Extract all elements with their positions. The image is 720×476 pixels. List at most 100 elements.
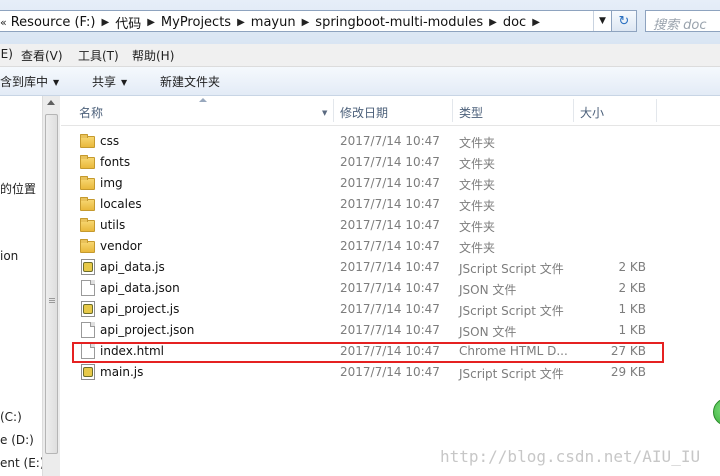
folder-icon — [80, 197, 95, 211]
chevron-right-icon[interactable]: ▶ — [237, 17, 245, 28]
column-header-name[interactable]: 名称 — [79, 104, 103, 121]
file-name: locales — [100, 197, 142, 211]
file-name: img — [100, 176, 123, 190]
include-in-library-button[interactable]: 含到库中 ▼ — [0, 73, 59, 90]
nav-item-drive-e[interactable]: ent (E:) — [0, 456, 42, 470]
new-folder-button[interactable]: 新建文件夹 — [160, 73, 220, 90]
file-modified: 2017/7/14 10:47 — [340, 365, 440, 379]
file-row[interactable]: api_data.json 2017/7/14 10:47 JSON 文件 2 KB — [61, 278, 720, 299]
breadcrumb-code[interactable]: 代码 — [115, 13, 141, 32]
script-file-icon — [81, 259, 95, 275]
script-file-icon — [81, 364, 95, 380]
search-input[interactable]: 搜索 doc — [645, 10, 720, 33]
file-name: api_data.js — [100, 260, 165, 274]
script-file-icon — [81, 301, 95, 317]
file-type: 文件夹 — [459, 136, 496, 150]
file-modified: 2017/7/14 10:47 — [340, 176, 440, 190]
menu-help[interactable]: 帮助(H) — [132, 47, 174, 64]
breadcrumb-project[interactable]: springboot-multi-modules — [315, 15, 483, 30]
file-type: JSON 文件 — [459, 283, 517, 297]
file-row[interactable]: api_project.json 2017/7/14 10:47 JSON 文件 1 … — [61, 320, 720, 341]
file-type: 文件夹 — [459, 157, 496, 171]
share-label: 共享 — [92, 75, 117, 89]
search-placeholder: 搜索 doc — [653, 18, 707, 33]
share-button[interactable]: 共享 ▼ — [92, 73, 127, 90]
file-row[interactable]: fonts 2017/7/14 10:47 文件夹 — [61, 152, 720, 173]
file-name: fonts — [100, 155, 131, 169]
column-divider[interactable] — [452, 99, 453, 122]
menu-tools[interactable]: 工具(T) — [78, 47, 119, 64]
file-row[interactable]: vendor 2017/7/14 10:47 文件夹 — [61, 236, 720, 257]
column-divider[interactable] — [656, 99, 657, 122]
nav-item-recent-places[interactable]: 的位置 — [0, 180, 36, 197]
file-modified: 2017/7/14 10:47 — [340, 239, 440, 253]
chevron-right-icon[interactable]: ▶ — [147, 17, 155, 28]
file-modified: 2017/7/14 10:47 — [340, 197, 440, 211]
file-type: JScript Script 文件 — [459, 304, 564, 318]
column-header-type[interactable]: 类型 — [459, 104, 483, 121]
breadcrumb-doc[interactable]: doc — [503, 15, 526, 30]
breadcrumb-myprojects[interactable]: MyProjects — [161, 15, 231, 30]
nav-item-partial[interactable]: ion — [0, 249, 18, 263]
caret-down-icon: ▼ — [53, 78, 60, 87]
column-filter-dropdown-icon[interactable]: ▼ — [322, 109, 327, 117]
scrollbar-thumb[interactable] — [45, 114, 58, 454]
file-name: utils — [100, 218, 126, 232]
folder-icon — [80, 134, 95, 148]
include-in-library-label: 含到库中 — [0, 75, 49, 89]
file-size: 2 KB — [618, 260, 646, 274]
folder-icon — [80, 239, 95, 253]
file-name: vendor — [100, 239, 142, 253]
scroll-up-arrow-icon[interactable] — [47, 100, 55, 105]
folder-icon — [80, 176, 95, 190]
file-row[interactable]: css 2017/7/14 10:47 文件夹 — [61, 131, 720, 152]
address-bar[interactable]: « Resource (F:) ▶ 代码 ▶ MyProjects ▶ mayu… — [0, 10, 612, 32]
column-divider[interactable] — [573, 99, 574, 122]
menu-edit[interactable]: (E) — [0, 47, 13, 61]
overflow-chevron-icon[interactable]: « — [0, 16, 7, 29]
file-row[interactable]: main.js 2017/7/14 10:47 JScript Script 文件 2… — [61, 362, 720, 383]
chevron-right-icon[interactable]: ▶ — [302, 17, 310, 28]
file-type: 文件夹 — [459, 178, 496, 192]
file-row[interactable]: utils 2017/7/14 10:47 文件夹 — [61, 215, 720, 236]
breadcrumb: « Resource (F:) ▶ 代码 ▶ MyProjects ▶ mayu… — [0, 13, 546, 32]
file-type: 文件夹 — [459, 220, 496, 234]
column-headers: 名称 ▼ 修改日期 类型 大小 — [61, 96, 720, 126]
file-modified: 2017/7/14 10:47 — [340, 134, 440, 148]
refresh-button[interactable]: ↻ — [612, 10, 637, 32]
file-type: 文件夹 — [459, 199, 496, 213]
folder-icon — [80, 218, 95, 232]
document-icon — [81, 280, 95, 296]
menu-view[interactable]: 查看(V) — [21, 47, 63, 64]
command-toolbar: 含到库中 ▼ 共享 ▼ 新建文件夹 — [0, 67, 720, 96]
menu-bar: (E) 查看(V) 工具(T) 帮助(H) — [0, 44, 720, 67]
column-header-size[interactable]: 大小 — [580, 104, 604, 121]
file-row[interactable]: img 2017/7/14 10:47 文件夹 — [61, 173, 720, 194]
breadcrumb-drive[interactable]: Resource (F:) — [11, 15, 96, 30]
file-size: 1 KB — [618, 302, 646, 316]
watermark: http://blog.csdn.net/AIU_IU — [440, 447, 701, 466]
file-type: JScript Script 文件 — [459, 262, 564, 276]
file-row[interactable]: locales 2017/7/14 10:47 文件夹 — [61, 194, 720, 215]
chevron-right-icon[interactable]: ▶ — [489, 17, 497, 28]
file-row[interactable]: api_project.js 2017/7/14 10:47 JScript Scr… — [61, 299, 720, 320]
nav-item-drive-d[interactable]: e (D:) — [0, 433, 34, 447]
column-divider[interactable] — [333, 99, 334, 122]
navigation-scrollbar[interactable] — [42, 96, 60, 476]
breadcrumb-mayun[interactable]: mayun — [251, 15, 296, 30]
address-dropdown-icon[interactable]: ▼ — [593, 11, 611, 31]
file-size: 2 KB — [618, 281, 646, 295]
file-modified: 2017/7/14 10:47 — [340, 302, 440, 316]
sort-ascending-icon — [199, 98, 207, 102]
nav-item-drive-c[interactable]: (C:) — [0, 410, 22, 424]
column-header-modified[interactable]: 修改日期 — [340, 104, 388, 121]
file-modified: 2017/7/14 10:47 — [340, 155, 440, 169]
file-row[interactable]: api_data.js 2017/7/14 10:47 JScript Script… — [61, 257, 720, 278]
chevron-right-icon[interactable]: ▶ — [101, 17, 109, 28]
caret-down-icon: ▼ — [121, 78, 128, 87]
navigation-pane: 的位置 ion (C:) e (D:) ent (E:) — [0, 96, 42, 476]
document-icon — [81, 322, 95, 338]
file-modified: 2017/7/14 10:47 — [340, 260, 440, 274]
file-type: JScript Script 文件 — [459, 367, 564, 381]
chevron-right-icon[interactable]: ▶ — [532, 17, 540, 28]
